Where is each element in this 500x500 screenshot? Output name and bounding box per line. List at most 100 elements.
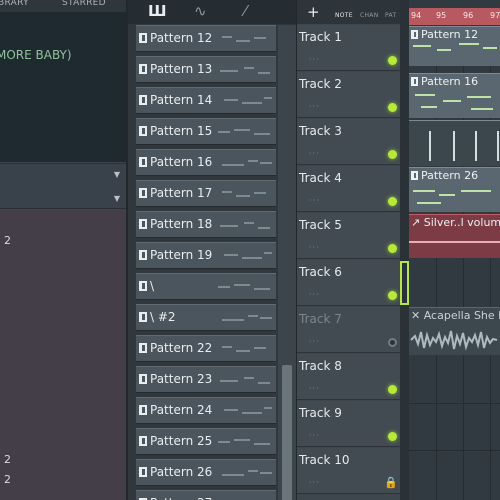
- mode-chan-button[interactable]: CHAN: [360, 12, 379, 19]
- pattern-item[interactable]: Pattern 27: [136, 490, 276, 500]
- track-mute-led[interactable]: [388, 291, 397, 300]
- track-header[interactable]: Track 6 ···: [297, 260, 401, 306]
- browser-panel: BRARY STARRED MORE BABY) ▼ ▼ 2 2 2: [0, 0, 126, 500]
- track-header[interactable]: Track 8 ···: [297, 354, 401, 400]
- pattern-name: Pattern 22: [150, 341, 213, 355]
- pattern-item[interactable]: Pattern 24: [136, 397, 276, 424]
- clip-label: Pattern 26: [421, 169, 479, 182]
- timeline-tick: 96: [463, 11, 474, 20]
- track-options-icon[interactable]: ···: [309, 384, 320, 393]
- automation-icon[interactable]: ⁄: [244, 2, 247, 20]
- track-mute-led[interactable]: [388, 150, 397, 159]
- track-options-icon[interactable]: ···: [309, 337, 320, 346]
- pattern-preview: [218, 158, 273, 168]
- browser-tab-library[interactable]: BRARY: [0, 0, 29, 8]
- piano-roll-icon[interactable]: Ш: [148, 2, 167, 20]
- track-options-icon[interactable]: ···: [309, 55, 320, 64]
- track-mute-led[interactable]: [388, 385, 397, 394]
- pattern-preview: [218, 251, 273, 261]
- pattern-icon: [411, 171, 418, 180]
- browser-item-number[interactable]: 2: [4, 453, 11, 466]
- chevron-down-icon[interactable]: ▼: [114, 194, 120, 203]
- lane-divider: [409, 450, 500, 451]
- pattern-preview: [218, 189, 273, 199]
- pattern-item[interactable]: Pattern 18: [136, 211, 276, 238]
- pattern-item[interactable]: Pattern 25: [136, 428, 276, 455]
- pattern-preview: [218, 313, 273, 323]
- browser-item-number[interactable]: 2: [4, 473, 11, 486]
- playlist-clip[interactable]: [409, 120, 500, 166]
- pattern-name: \: [150, 279, 155, 293]
- playlist-area[interactable]: 94 95 96 97 Pattern 12 Pattern 16 Patter…: [400, 0, 500, 500]
- pattern-icon: [139, 126, 147, 136]
- browser-item-number[interactable]: 2: [4, 234, 11, 247]
- pattern-name: \ #2: [150, 310, 176, 324]
- track-header[interactable]: Track 3 ···: [297, 119, 401, 165]
- pattern-icon: [139, 281, 147, 291]
- pattern-preview: [218, 220, 273, 230]
- track-options-icon[interactable]: ···: [309, 290, 320, 299]
- track-mute-led[interactable]: [388, 432, 397, 441]
- track-mute-led[interactable]: [388, 103, 397, 112]
- track-options-icon[interactable]: ···: [309, 102, 320, 111]
- track-header[interactable]: Track 5 ···: [297, 213, 401, 259]
- pattern-item[interactable]: Pattern 23: [136, 366, 276, 393]
- pattern-item[interactable]: Pattern 15: [136, 118, 276, 145]
- pattern-icon: [139, 343, 147, 353]
- pattern-name: Pattern 26: [150, 465, 213, 479]
- timeline-ruler[interactable]: 94 95 96 97: [409, 8, 500, 25]
- playlist-clip[interactable]: Pattern 26: [409, 167, 500, 212]
- close-icon[interactable]: ✕: [411, 309, 420, 322]
- timeline-tick: 94: [411, 11, 422, 20]
- pattern-item[interactable]: \ #2: [136, 304, 276, 331]
- pattern-icon: [139, 467, 147, 477]
- automation-clip[interactable]: ↗ Silver..l volume: [409, 214, 500, 258]
- track-mute-led[interactable]: [388, 56, 397, 65]
- pattern-item[interactable]: Pattern 17: [136, 180, 276, 207]
- track-options-icon[interactable]: ···: [309, 243, 320, 252]
- track-header[interactable]: Track 9 ···: [297, 401, 401, 447]
- pattern-name: Pattern 27: [150, 496, 212, 500]
- track-header[interactable]: Track 4 ···: [297, 166, 401, 212]
- pattern-item[interactable]: \: [136, 273, 276, 300]
- add-track-button[interactable]: +: [307, 3, 320, 21]
- pattern-preview: [218, 437, 273, 447]
- lane-divider: [409, 403, 500, 404]
- track-mute-led[interactable]: [388, 244, 397, 253]
- track-mute-led[interactable]: [388, 338, 397, 347]
- track-mute-led[interactable]: [388, 197, 397, 206]
- pattern-name: Pattern 24: [150, 403, 213, 417]
- track-header[interactable]: Track 1 ···: [297, 25, 401, 71]
- pattern-item[interactable]: Pattern 19: [136, 242, 276, 269]
- track-options-icon[interactable]: ···: [309, 149, 320, 158]
- mode-pat-button[interactable]: PAT: [385, 12, 396, 19]
- pattern-item[interactable]: Pattern 13: [136, 56, 276, 83]
- lock-icon[interactable]: 🔒: [384, 476, 398, 489]
- playlist-clip[interactable]: Pattern 16: [409, 73, 500, 118]
- pattern-item[interactable]: Pattern 14: [136, 87, 276, 114]
- pattern-preview: [218, 468, 273, 478]
- pattern-picker: Ш ∿ ⁄ Pattern 12 Pattern 13 Pattern 14 Patt…: [126, 0, 298, 500]
- selection-marker[interactable]: [400, 261, 409, 305]
- track-options-icon[interactable]: ···: [309, 478, 320, 487]
- pattern-item[interactable]: Pattern 22: [136, 335, 276, 362]
- chevron-down-icon[interactable]: ▼: [114, 170, 120, 179]
- pattern-icon: [139, 64, 147, 74]
- waveform-icon[interactable]: ∿: [194, 2, 207, 20]
- scrollbar-thumb[interactable]: [282, 365, 292, 500]
- track-header[interactable]: Track 7 ···: [297, 307, 401, 353]
- mode-note-button[interactable]: NOTE: [335, 12, 353, 19]
- browser-tab-starred[interactable]: STARRED: [62, 0, 106, 8]
- pattern-item[interactable]: Pattern 16: [136, 149, 276, 176]
- track-header[interactable]: Track 2 ···: [297, 72, 401, 118]
- pattern-preview: [218, 406, 273, 416]
- track-options-icon[interactable]: ···: [309, 431, 320, 440]
- track-options-icon[interactable]: ···: [309, 196, 320, 205]
- playlist-clip[interactable]: Pattern 12: [409, 26, 500, 66]
- pattern-item[interactable]: Pattern 26: [136, 459, 276, 486]
- picker-scrollbar[interactable]: [278, 25, 296, 500]
- audio-clip[interactable]: ✕ Acapella She N: [409, 307, 500, 355]
- pattern-item[interactable]: Pattern 12: [136, 25, 276, 52]
- track-header[interactable]: Track 10 ··· 🔒: [297, 448, 401, 494]
- pattern-name: Pattern 16: [150, 155, 213, 169]
